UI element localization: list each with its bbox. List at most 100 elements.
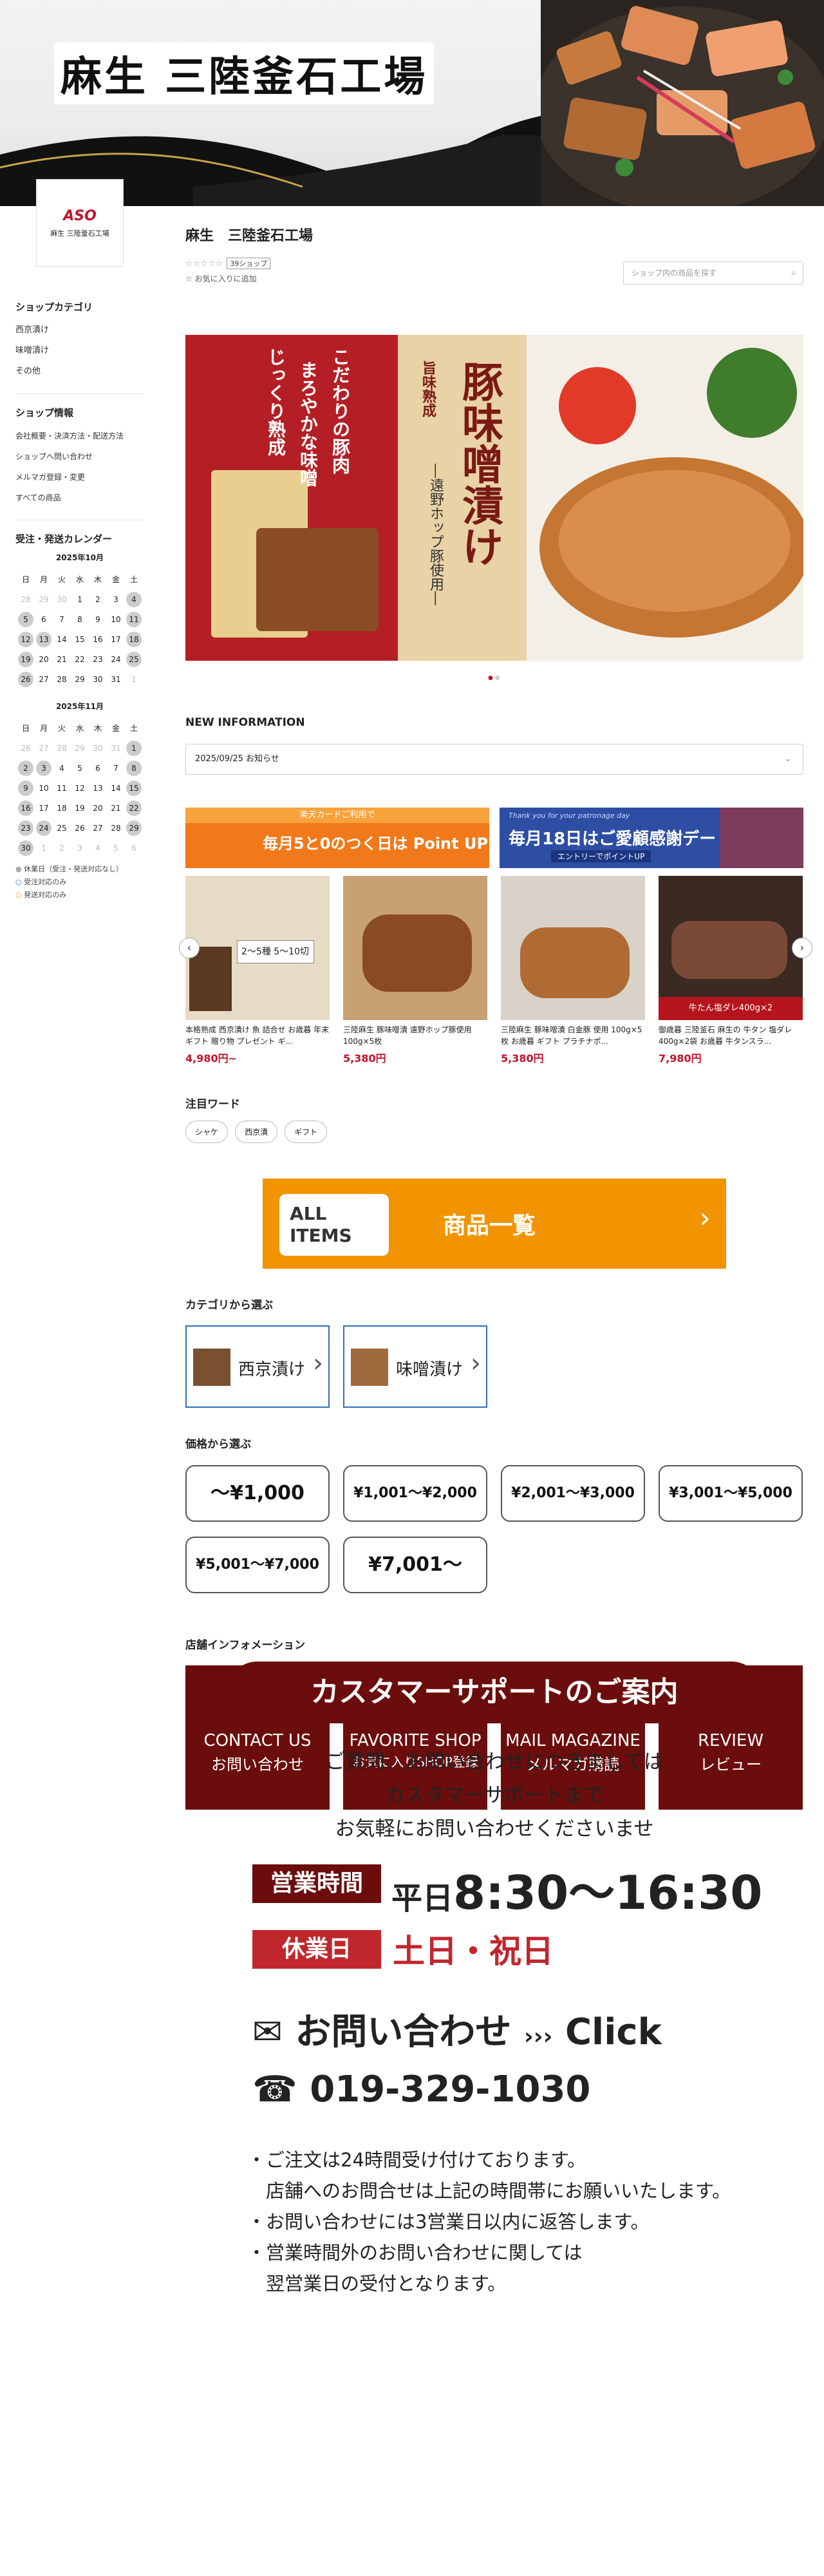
category-card-miso[interactable]: 味噌漬け › xyxy=(343,1325,487,1408)
calendar-legend: ● 休業日（受注・発送対応なし） ○ 受注対応のみ ○ 発送対応のみ xyxy=(15,865,124,899)
keyword-tag[interactable]: 西京漬 xyxy=(235,1121,278,1143)
all-items-button[interactable]: ALL ITEMS 商品一覧 › xyxy=(263,1179,726,1269)
support-line: ご質問、お問い合わせにつきましては xyxy=(325,1750,664,1774)
price-section-title: 価格から選ぶ xyxy=(185,1438,251,1451)
banner-copy-1: こだわりの豚肉 xyxy=(330,348,351,474)
price-button[interactable]: ¥7,001〜 xyxy=(343,1537,487,1593)
price-button[interactable]: ¥1,001〜¥2,000 xyxy=(343,1465,487,1522)
category-label: 味噌漬け xyxy=(396,1360,464,1379)
product-image xyxy=(343,876,487,1020)
chevron-right-icon: › xyxy=(699,1202,711,1235)
carousel-dots[interactable]: ● ● xyxy=(488,675,500,681)
price-button[interactable]: ¥2,001〜¥3,000 xyxy=(501,1465,645,1522)
category-label: 西京漬け xyxy=(238,1360,306,1379)
product-card[interactable]: 牛たん塩ダレ400g×2 御歳暮 三陸釜石 麻生の 牛タン 塩ダレ 400g×2… xyxy=(659,876,803,1065)
product-image: 2〜5種 5〜10切 xyxy=(185,876,330,1020)
calendar-october: 日月火水木金土 28 29 30 1 2 3 4 5 6 7 8 9 10 11 12 13 14 15 16 1… xyxy=(17,569,143,689)
keyword-tag[interactable]: シャケ xyxy=(185,1121,229,1143)
review-count[interactable]: 39ショップ xyxy=(227,258,271,269)
support-line: カスタマーサポートまで xyxy=(384,1784,604,1807)
legend-order-only: 受注対応のみ xyxy=(24,878,67,886)
category-thumb xyxy=(193,1349,230,1386)
holiday-label: 休業日 xyxy=(252,1930,381,1969)
promo-2-main: 毎月18日はご愛顧感謝デー xyxy=(509,829,716,849)
all-items-label: 商品一覧 xyxy=(443,1213,536,1239)
category-thumb xyxy=(351,1349,388,1386)
promo-2-top: Thank you for your patronage day xyxy=(509,811,630,820)
calendar-month-october: 2025年10月 xyxy=(55,553,104,562)
sidebar-category-miso[interactable]: 味噌漬け xyxy=(15,341,144,361)
hero-banner[interactable]: 旨味熟成 豚味噌漬け ―遠野ホップ豚使用― こだわりの豚肉 まろやかな味噌 じっ… xyxy=(185,335,803,661)
chevron-right-icon: › xyxy=(471,1349,481,1378)
calendar-month-november: 2025年11月 xyxy=(55,702,104,711)
contact-label: お問い合わせ xyxy=(295,2011,512,2053)
carousel-next-arrow[interactable]: › xyxy=(792,938,812,958)
price-button[interactable]: 〜¥1,000 xyxy=(185,1465,330,1522)
news-item: 2025/09/25 お知らせ xyxy=(195,754,279,764)
banner-copy-2: まろやかな味噌 xyxy=(297,361,319,487)
click-label: Click xyxy=(565,2011,662,2053)
keywords-title: 注目ワード xyxy=(185,1098,240,1111)
product-meat-shape xyxy=(671,921,787,979)
carousel-prev-arrow[interactable]: ‹ xyxy=(179,938,200,958)
chevron-down-icon: ⌄ xyxy=(784,754,791,764)
promo-2-sub: エントリーでポイントUP xyxy=(551,850,651,862)
promo-thanks-day[interactable]: Thank you for your patronage day 毎月18日はご… xyxy=(500,808,803,868)
hours-day: 平日 xyxy=(391,1880,454,1917)
info-section-title: 店舗インフォメーション xyxy=(185,1639,306,1652)
mail-icon: ✉ xyxy=(252,2011,283,2053)
sidebar-link-contact[interactable]: ショップへ問い合わせ xyxy=(15,446,144,467)
chevron-right-icon: › xyxy=(313,1349,323,1378)
product-badge: 牛たん塩ダレ400g×2 xyxy=(659,997,803,1020)
sidebar-category-saikyo[interactable]: 西京漬け xyxy=(15,320,144,341)
phone-icon: ☎ xyxy=(252,2069,297,2110)
phone-number[interactable]: ☎ 019-329-1030 xyxy=(252,2069,590,2110)
phone-value: 019-329-1030 xyxy=(310,2069,591,2110)
sidebar-link-all-items[interactable]: すべての商品 xyxy=(15,488,144,508)
support-notes: ・ご注文は24時間受け付けております。 店舗へのお問合せは上記の時間帯にお願いい… xyxy=(247,2145,731,2299)
product-meat-shape xyxy=(362,914,472,992)
banner-copy-3: じっくり熟成 xyxy=(265,348,286,456)
product-image xyxy=(501,876,645,1020)
promo-point-up[interactable]: 楽天カードご利用で 毎月5と0のつく日は Point UP xyxy=(185,808,489,868)
price-button[interactable]: ¥3,001〜¥5,000 xyxy=(659,1465,803,1522)
product-title: 御歳暮 三陸釜石 麻生の 牛タン 塩ダレ 400g×2袋 お歳暮 牛タンスラ..… xyxy=(659,1025,792,1046)
search-icon[interactable]: ⌕ xyxy=(791,262,796,284)
product-price: 4,980円~ xyxy=(185,1052,238,1065)
sidebar-category-other[interactable]: その他 xyxy=(15,361,144,382)
all-items-en2: ITEMS xyxy=(290,1225,352,1246)
category-card-saikyo[interactable]: 西京漬け › xyxy=(185,1325,330,1408)
product-title: 本格熟成 西京漬け 魚 詰合せ お歳暮 年末ギフト 贈り物 プレゼント ギ... xyxy=(185,1025,330,1046)
holiday-value: 土日・祝日 xyxy=(393,1933,554,1970)
shop-search-input[interactable]: ショップ内の商品を探す ⌕ xyxy=(623,261,803,285)
keyword-tag[interactable]: ギフト xyxy=(285,1121,328,1143)
banner-sub: 旨味熟成 xyxy=(420,361,436,417)
favorite-label: お気に入りに追加 xyxy=(194,274,257,283)
banner-tag: ―遠野ホップ豚使用― xyxy=(427,464,444,605)
price-button[interactable]: ¥5,001〜¥7,000 xyxy=(185,1537,330,1593)
hours-label: 営業時間 xyxy=(252,1864,381,1903)
shop-header-banner: 麻生 三陸釜石工場 xyxy=(0,0,824,206)
search-placeholder: ショップ内の商品を探す xyxy=(632,269,717,278)
legend-ship-only: 発送対応のみ xyxy=(24,891,67,899)
calendar: 2025年10月 日月火水木金土 28 29 30 1 2 3 4 5 6 7 8 9 10 11 12… xyxy=(15,552,144,902)
product-card[interactable]: 三陸麻生 豚味噌漬 白金豚 使用 100g×5枚 お歳暮 ギフト プラチナポ..… xyxy=(501,876,645,1065)
divider xyxy=(15,393,144,394)
note-line: ・お問い合わせには3営業日以内に返答します。 xyxy=(247,2211,650,2233)
keyword-tags: シャケ 西京漬 ギフト xyxy=(185,1121,331,1143)
product-card[interactable]: 三陸麻生 豚味噌漬 遠野ホップ豚使用 100g×5枚 5,380円 xyxy=(343,876,487,1065)
product-meat-shape xyxy=(520,927,630,998)
legend-closed: 休業日（受注・発送対応なし） xyxy=(24,865,124,873)
banner-main: 豚味噌漬け xyxy=(455,361,503,567)
shop-header-title: 麻生 三陸釜石工場 xyxy=(54,43,435,104)
news-select[interactable]: 2025/09/25 お知らせ ⌄ xyxy=(185,744,803,775)
sidebar-link-company[interactable]: 会社概要・決済方法・配送方法 xyxy=(15,426,144,446)
contact-link[interactable]: ✉ お問い合わせ ››› Click xyxy=(252,2003,662,2055)
shop-logo[interactable]: ASO 麻生 三陸釜石工場 xyxy=(36,179,124,267)
product-price: 7,980円 xyxy=(659,1052,702,1065)
news-title: NEW INFORMATION xyxy=(185,716,305,729)
calendar-title: 受注・発送カレンダー xyxy=(15,533,113,545)
product-card[interactable]: 2〜5種 5〜10切 本格熟成 西京漬け 魚 詰合せ お歳暮 年末ギフト 贈り物… xyxy=(185,876,330,1065)
sidebar-link-mailmag[interactable]: メルマガ登録・変更 xyxy=(15,467,144,488)
fish-dish-photo xyxy=(541,0,824,206)
